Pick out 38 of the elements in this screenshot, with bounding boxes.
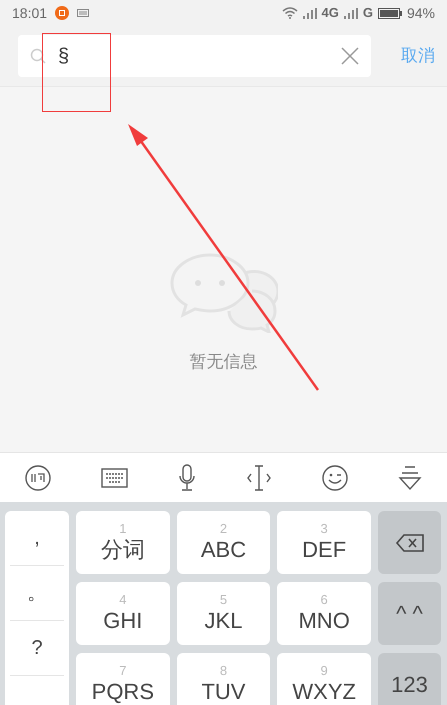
clear-icon[interactable] <box>341 47 359 65</box>
network-label: G <box>362 4 373 22</box>
symbol-key[interactable]: , <box>10 511 64 566</box>
letter-key[interactable]: 7 PQRS <box>76 653 170 705</box>
wifi-icon <box>282 7 298 19</box>
search-field[interactable]: § <box>18 35 371 77</box>
search-icon <box>30 48 46 64</box>
symbol-key[interactable]: ? <box>10 621 64 676</box>
backspace-icon <box>394 532 424 552</box>
empty-message: 暂无信息 <box>190 351 258 373</box>
backspace-key[interactable] <box>378 511 441 574</box>
status-time: 18:01 <box>12 4 48 22</box>
letter-key[interactable]: 1 分词 <box>76 511 170 574</box>
letter-key[interactable]: 3 DEF <box>277 511 371 574</box>
letter-key[interactable]: 8 TUV <box>176 653 270 705</box>
text-cursor-icon[interactable] <box>246 464 272 490</box>
symbol-key[interactable]: 。 <box>10 566 64 621</box>
letter-key[interactable]: 9 WXYZ <box>277 653 371 705</box>
signal-icon <box>302 8 316 18</box>
function-key[interactable]: ^ ^ <box>378 582 441 645</box>
collapse-keyboard-icon[interactable] <box>398 464 422 490</box>
network-label: 4G <box>322 4 339 22</box>
battery-icon <box>378 8 402 18</box>
keyboard-icon[interactable] <box>101 468 128 488</box>
microphone-icon[interactable] <box>178 464 196 491</box>
keyboard-status-icon <box>77 9 90 17</box>
letter-key[interactable]: 4 GHI <box>76 582 170 645</box>
battery-percent: 94% <box>406 4 435 22</box>
signal-icon <box>344 8 358 18</box>
search-input[interactable]: § <box>58 41 341 71</box>
letter-key[interactable]: 2 ABC <box>176 511 270 574</box>
chat-bubbles-icon <box>170 251 278 333</box>
emoji-icon[interactable] <box>322 464 348 490</box>
letter-key[interactable]: 5 JKL <box>176 582 270 645</box>
app-notification-icon <box>55 6 70 20</box>
numbers-key[interactable]: 123 <box>378 653 441 705</box>
letter-key[interactable]: 6 MNO <box>277 582 371 645</box>
input-logo-icon[interactable] <box>25 464 51 490</box>
